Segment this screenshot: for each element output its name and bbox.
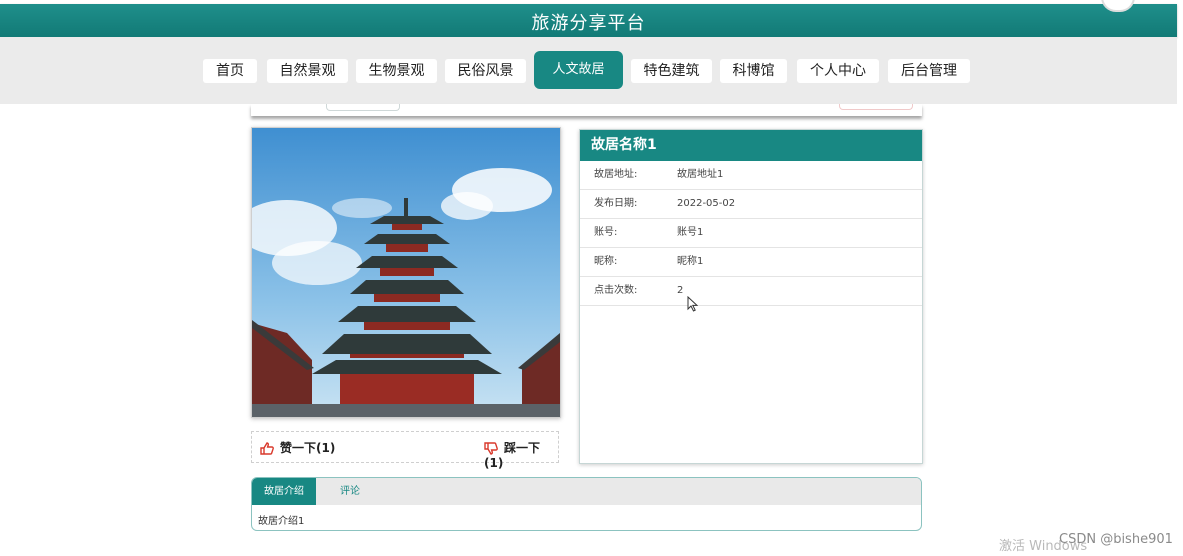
- field-label: 账号:: [594, 227, 618, 238]
- nav-featured-architecture[interactable]: 特色建筑: [631, 59, 712, 83]
- nav-admin[interactable]: 后台管理: [888, 59, 970, 83]
- main-nav: 首页 自然景观 生物景观 民俗风景 人文故居 特色建筑 科博馆 个人中心 后台管…: [0, 37, 1177, 104]
- field-label: 点击次数:: [594, 285, 638, 296]
- nav-science-museum[interactable]: 科博馆: [720, 59, 787, 83]
- info-row-account: 账号: 账号1: [580, 219, 922, 248]
- info-row-nickname: 昵称: 昵称1: [580, 248, 922, 277]
- nav-former-residences[interactable]: 人文故居: [534, 51, 623, 89]
- detail-tabs: 故居介绍 评论 故居介绍1: [251, 477, 922, 531]
- nav-band: 首页 自然景观 生物景观 民俗风景 人文故居 特色建筑 科博馆 个人中心 后台管…: [0, 37, 1177, 104]
- field-label: 昵称:: [594, 256, 618, 267]
- like-button[interactable]: 赞一下(1): [260, 439, 335, 456]
- tab-comments[interactable]: 评论: [322, 478, 378, 505]
- field-value: 昵称1: [677, 256, 704, 267]
- tab-strip: 故居介绍 评论: [252, 478, 921, 505]
- residence-title: 故居名称1: [580, 130, 922, 161]
- mouse-cursor-icon: [687, 296, 698, 312]
- tab-introduction[interactable]: 故居介绍: [252, 478, 316, 505]
- dislike-button[interactable]: 踩一下(1): [484, 439, 558, 470]
- info-row-publish-date: 发布日期: 2022-05-02: [580, 190, 922, 219]
- like-label: 赞一下(1): [280, 441, 336, 455]
- field-label: 发布日期:: [594, 198, 638, 209]
- field-value: 2: [677, 285, 684, 296]
- nav-natural-scenery[interactable]: 自然景观: [267, 59, 348, 83]
- nav-personal-center[interactable]: 个人中心: [797, 59, 879, 83]
- nav-folk-scenery[interactable]: 民俗风景: [445, 59, 526, 83]
- field-value: 故居地址1: [677, 169, 724, 180]
- residence-photo: [251, 127, 561, 418]
- tab-content: 故居介绍1: [258, 516, 305, 527]
- residence-info-card: 故居名称1 故居地址: 故居地址1 发布日期: 2022-05-02 账号: 账…: [579, 129, 923, 464]
- info-row-address: 故居地址: 故居地址1: [580, 161, 922, 190]
- nav-home[interactable]: 首页: [203, 59, 257, 83]
- pagoda-image: [252, 128, 560, 417]
- site-title: 旅游分享平台: [531, 13, 646, 34]
- nav-biological-scenery[interactable]: 生物景观: [356, 59, 437, 83]
- field-label: 故居地址:: [594, 169, 638, 180]
- info-row-click-count: 点击次数: 2: [580, 277, 922, 306]
- thumbs-up-icon: [260, 442, 274, 455]
- previous-panel-edge: [251, 104, 922, 116]
- csdn-watermark: CSDN @bishe901: [1059, 532, 1173, 547]
- ghost-button-right[interactable]: [839, 104, 913, 110]
- vote-bar: 赞一下(1) 踩一下(1): [251, 431, 559, 470]
- ghost-button-left[interactable]: [326, 104, 400, 111]
- top-bar: 旅游分享平台: [0, 0, 1177, 37]
- field-value: 2022-05-02: [677, 198, 736, 209]
- thumbs-down-icon: [484, 442, 498, 455]
- field-value: 账号1: [677, 227, 704, 238]
